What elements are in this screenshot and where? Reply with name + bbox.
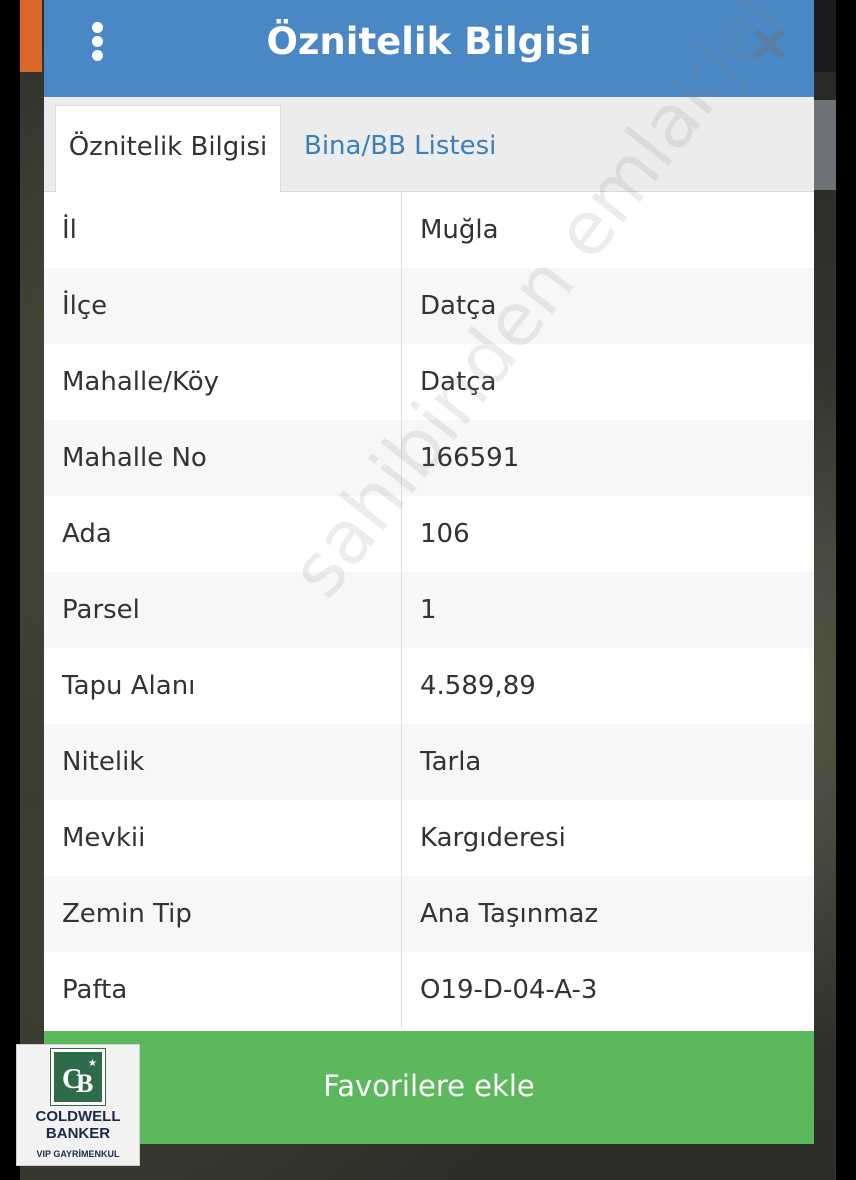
row-value: Muğla [401, 192, 815, 268]
row-value: Datça [401, 344, 815, 420]
table-row: Tapu Alanı 4.589,89 [44, 648, 814, 725]
logo-text-line2: BANKER [45, 1125, 111, 1142]
background-app-strip-gray [814, 100, 836, 190]
row-value: Datça [401, 268, 815, 344]
svg-text:★: ★ [88, 1058, 97, 1069]
table-row: Mevkii Kargıderesi [44, 800, 814, 877]
coldwell-banker-logo: C B ★ COLDWELL BANKER VIP GAYRİMENKUL [16, 1044, 140, 1166]
background-app-strip [20, 0, 42, 72]
row-value: 166591 [401, 420, 815, 496]
row-label: Nitelik [62, 747, 145, 777]
row-label: Tapu Alanı [62, 671, 196, 701]
row-value: O19-D-04-A-3 [401, 952, 815, 1028]
svg-text:B: B [76, 1069, 93, 1098]
table-row: Parsel 1 [44, 572, 814, 649]
row-value: 106 [401, 496, 815, 572]
close-icon[interactable] [750, 24, 790, 64]
row-label: İl [62, 215, 77, 245]
screen-edge-left [0, 0, 20, 1180]
logo-text-line3: VIP GAYRİMENKUL [36, 1149, 120, 1159]
tab-bar: Öznitelik Bilgisi Bina/BB Listesi [44, 97, 814, 192]
background-app-strip-dark [814, 0, 836, 72]
table-row: Nitelik Tarla [44, 724, 814, 801]
table-row: İlçe Datça [44, 268, 814, 345]
cb-logo-icon: C B ★ [50, 1048, 106, 1106]
row-value: Ana Taşınmaz [401, 876, 815, 952]
table-row: İl Muğla [44, 192, 814, 269]
screen-edge-right [836, 0, 856, 1180]
table-row: Pafta O19-D-04-A-3 [44, 952, 814, 1031]
row-label: Parsel [62, 595, 140, 625]
row-label: Mahalle No [62, 443, 207, 473]
table-row: Ada 106 [44, 496, 814, 573]
table-row: Zemin Tip Ana Taşınmaz [44, 876, 814, 953]
table-row: Mahalle/Köy Datça [44, 344, 814, 421]
tab-building-list[interactable]: Bina/BB Listesi [304, 105, 564, 191]
row-label: Pafta [62, 975, 128, 1005]
dialog-title: Öznitelik Bilgisi [266, 20, 592, 63]
attribute-info-dialog: Öznitelik Bilgisi Öznitelik Bilgisi Bina… [44, 0, 856, 1144]
tab-attribute-info[interactable]: Öznitelik Bilgisi [55, 105, 281, 192]
table-row: Mahalle No 166591 [44, 420, 814, 497]
row-label: Ada [62, 519, 112, 549]
logo-text-line1: COLDWELL [35, 1108, 121, 1125]
row-value: Tarla [401, 724, 815, 800]
row-value: Kargıderesi [401, 800, 815, 876]
row-value: 4.589,89 [401, 648, 815, 724]
row-value: 1 [401, 572, 815, 648]
add-to-favorites-button[interactable]: Favorilere ekle [44, 1031, 814, 1144]
row-label: Zemin Tip [62, 899, 192, 929]
row-label: Mevkii [62, 823, 146, 853]
row-label: Mahalle/Köy [62, 367, 220, 397]
dialog-header: Öznitelik Bilgisi [44, 0, 814, 97]
row-label: İlçe [62, 291, 108, 321]
